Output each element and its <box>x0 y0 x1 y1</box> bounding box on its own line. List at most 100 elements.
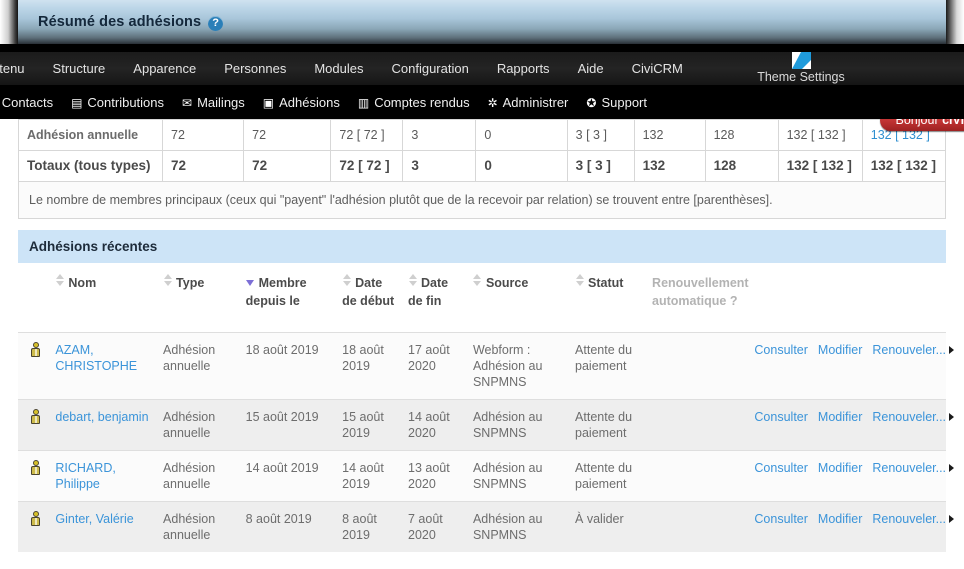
sort-icon[interactable] <box>575 274 584 286</box>
col-label: Nom <box>68 276 97 290</box>
summary-cell-link[interactable]: 132 [ 132 ] <box>861 150 947 182</box>
recent-memberships-table: Nom Type Membre depuis le Date de début <box>18 263 955 552</box>
civi-menu-item-support[interactable]: ✪ Support <box>577 95 656 110</box>
summary-cell: 132 [ 132 ] <box>777 150 863 182</box>
sort-icon[interactable] <box>408 274 417 286</box>
sort-icon[interactable] <box>163 274 172 286</box>
summary-row-totals: Totaux (tous types) 72 72 72 [ 72 ] 3 0 … <box>17 150 947 182</box>
sort-icon[interactable] <box>342 274 351 286</box>
col-label: Type <box>176 276 205 290</box>
cell-type: Adhésion annuelle <box>159 399 242 451</box>
civi-menu-item-administrer[interactable]: ✲ Administrer <box>479 95 578 110</box>
cell-actions: Consulter Modifier Renouveler... <box>746 450 955 502</box>
civi-menu-label: Support <box>601 95 647 110</box>
admin-menu-item-rapports[interactable]: Rapports <box>483 52 564 85</box>
col-nom[interactable]: Nom <box>51 263 160 333</box>
contact-link[interactable]: AZAM, CHRISTOPHE <box>55 343 137 373</box>
contact-link[interactable]: debart, benjamin <box>55 410 148 424</box>
mail-icon: ✉ <box>182 95 193 110</box>
civi-menu-item-comptes-rendus[interactable]: ▥ Comptes rendus <box>349 95 479 110</box>
admin-menu-item-aide[interactable]: Aide <box>564 52 618 85</box>
contributions-icon: ▤ <box>71 95 83 110</box>
cell-end-date: 13 août 2020 <box>404 450 469 502</box>
civi-menu-item-mailings[interactable]: ✉ Mailings <box>173 95 254 110</box>
renew-link[interactable]: Renouveler... <box>872 410 946 424</box>
admin-menu-item-civicrm[interactable]: CiviCRM <box>618 52 697 85</box>
recent-table-body: AZAM, CHRISTOPHE Adhésion annuelle 18 ao… <box>18 332 955 552</box>
col-date-de-fin[interactable]: Date de fin <box>404 263 469 333</box>
summary-cell: 72 <box>243 119 332 151</box>
civi-menu-item-adhesions[interactable]: ▣ Adhésions <box>254 95 349 110</box>
admin-menu-item-personnes[interactable]: Personnes <box>210 52 300 85</box>
cell-start-date: 8 août 2019 <box>338 501 404 552</box>
admin-menu-item-modules[interactable]: Modules <box>300 52 377 85</box>
cell-end-date: 14 août 2020 <box>404 399 469 451</box>
membership-card-icon: ▣ <box>262 95 275 110</box>
sort-icon[interactable] <box>473 274 482 286</box>
cell-name: RICHARD, Philippe <box>51 450 160 502</box>
cell-type: Adhésion annuelle <box>159 450 242 502</box>
caret-right-icon[interactable] <box>949 346 955 354</box>
contact-link[interactable]: Ginter, Valérie <box>55 512 133 526</box>
col-source[interactable]: Source <box>468 263 572 333</box>
civicrm-menu-bar: ☰Contacts ▤ Contributions ✉ Mailings ▣ Adhé… <box>0 86 964 119</box>
caret-right-icon[interactable] <box>949 464 955 472</box>
theme-settings-button[interactable]: Theme Settings <box>738 51 864 84</box>
summary-cell: 72 [ 72 ] <box>330 119 404 151</box>
summary-footnote: Le nombre de membres principaux (ceux qu… <box>18 181 946 219</box>
view-link[interactable]: Consulter <box>754 461 808 475</box>
caret-right-icon[interactable] <box>949 413 955 421</box>
summary-cell: 3 <box>402 150 477 182</box>
col-membre-depuis-le[interactable]: Membre depuis le <box>241 263 339 333</box>
cell-auto-renew <box>648 399 747 451</box>
admin-menu-item-structure[interactable]: Structure <box>39 52 120 85</box>
cell-status: Attente du paiement <box>571 399 649 451</box>
help-icon[interactable]: ? <box>208 15 224 31</box>
table-row: debart, benjamin Adhésion annuelle 15 ao… <box>18 399 955 451</box>
cell-start-date: 18 août 2019 <box>338 332 404 400</box>
cell-name: Ginter, Valérie <box>51 501 160 552</box>
view-link[interactable]: Consulter <box>754 343 808 357</box>
summary-cell: 128 <box>704 119 779 151</box>
cell-source: Webform : Adhésion au SNPMNS <box>468 332 572 400</box>
cell-status: À valider <box>571 501 649 552</box>
contact-icon-cell <box>18 332 52 400</box>
civi-menu-item-contacts[interactable]: ☰Contacts <box>0 95 62 110</box>
civi-menu-label: Adhésions <box>279 95 340 110</box>
summary-cell: 0 <box>475 119 568 151</box>
summary-cell: 72 <box>162 150 245 182</box>
view-link[interactable]: Consulter <box>754 512 808 526</box>
renew-link[interactable]: Renouveler... <box>872 343 946 357</box>
col-date-de-debut[interactable]: Date de début <box>338 263 404 333</box>
view-link[interactable]: Consulter <box>754 410 808 424</box>
screen-root: Adhésion annuelle 72 72 72 [ 72 ] 3 0 3 … <box>0 0 964 569</box>
col-contact-icon <box>18 263 52 333</box>
cell-source: Adhésion au SNPMNS <box>468 501 572 552</box>
civi-menu-item-contributions[interactable]: ▤ Contributions <box>62 95 173 110</box>
renew-link[interactable]: Renouveler... <box>872 512 946 526</box>
renew-link[interactable]: Renouveler... <box>872 461 946 475</box>
cell-end-date: 7 août 2020 <box>404 501 469 552</box>
cell-type: Adhésion annuelle <box>159 332 242 400</box>
civi-menu-label: Mailings <box>197 95 245 110</box>
sort-icon-desc[interactable] <box>246 280 255 286</box>
admin-menu-item-configuration[interactable]: Configuration <box>377 52 482 85</box>
sort-icon[interactable] <box>55 274 64 286</box>
edit-link[interactable]: Modifier <box>818 461 862 475</box>
edit-link[interactable]: Modifier <box>818 410 862 424</box>
contact-icon-cell <box>18 450 52 502</box>
edit-link[interactable]: Modifier <box>818 343 862 357</box>
admin-menu-item-contenu[interactable]: ntenu <box>0 52 39 85</box>
table-row: RICHARD, Philippe Adhésion annuelle 14 a… <box>18 450 955 502</box>
caret-right-icon[interactable] <box>949 515 955 523</box>
edit-link[interactable]: Modifier <box>818 512 862 526</box>
contact-link[interactable]: RICHARD, Philippe <box>55 461 115 491</box>
civicrm-menu-list: ☰Contacts ▤ Contributions ✉ Mailings ▣ Adhé… <box>0 86 964 119</box>
col-label: Membre depuis le <box>245 276 307 308</box>
admin-menu-item-apparence[interactable]: Apparence <box>119 52 210 85</box>
col-statut[interactable]: Statut <box>571 263 649 333</box>
summary-cell: 72 <box>162 119 245 151</box>
col-type[interactable]: Type <box>159 263 242 333</box>
civi-menu-label: Comptes rendus <box>374 95 470 110</box>
summary-row-annual: Adhésion annuelle 72 72 72 [ 72 ] 3 0 3 … <box>17 119 947 151</box>
